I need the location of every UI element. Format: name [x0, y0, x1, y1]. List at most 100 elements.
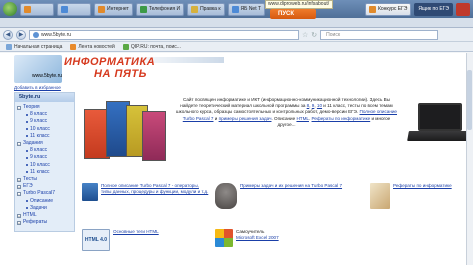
book-cover — [142, 111, 166, 161]
sidebar-item[interactable]: − Теория — [17, 104, 74, 111]
bullet-icon[interactable]: + — [17, 184, 21, 189]
logo-line-2: НА ПЯТЬ — [94, 68, 147, 80]
html-link[interactable]: HTML — [296, 116, 309, 121]
html-thumbnail: HTML 4.0 — [82, 229, 110, 251]
search-placeholder: Поиск — [326, 31, 341, 38]
bookmark-label: QIP.RU: почта, поис... — [130, 43, 181, 50]
class-8-link[interactable]: 8 — [307, 103, 310, 108]
sidebar-item-label: Теория — [23, 104, 40, 110]
feature-caption[interactable]: Microsoft Excel 2007 — [236, 235, 279, 241]
taskbar-item-4[interactable]: Телефония И — [135, 2, 185, 16]
sidebar-title: 5byte.ru — [15, 93, 74, 102]
examples-link[interactable]: примеры решения задач — [219, 116, 272, 121]
scrollbar-thumb[interactable] — [467, 70, 472, 130]
search-input[interactable]: Поиск — [320, 29, 439, 40]
app-icon — [191, 5, 199, 13]
bullet-icon — [26, 207, 28, 210]
sidebar-subitem-label: 8 класс — [30, 147, 48, 154]
sidebar-item-label: ЕГЭ — [23, 183, 33, 190]
sidebar-item[interactable]: + ЕГЭ — [17, 183, 74, 190]
taskbar-item-7[interactable]: Конкурс ЕГЭ — [364, 2, 412, 16]
sidebar-item[interactable]: − Задания — [17, 140, 74, 147]
sidebar-subitem-label: Задачи — [30, 204, 47, 211]
sidebar-subitem[interactable]: 10 класс — [17, 162, 74, 169]
site-logo-title: ИНФОРМАТИКА НА ПЯТЬ — [64, 56, 155, 80]
feature-caption[interactable]: Примеры задач и их решения на Turbo Pasc… — [240, 183, 365, 209]
bullet-icon[interactable]: + — [17, 177, 21, 182]
app-icon — [61, 5, 68, 13]
add-to-favorites-link[interactable]: Добавить в избранное — [14, 85, 61, 90]
tray-icon[interactable] — [456, 2, 470, 16]
sidebar-item[interactable]: + Рефераты — [17, 219, 74, 226]
site-banner[interactable]: ИНФОРМАТИКА НА ПЯТЬ www.5byte.ru — [14, 53, 224, 85]
feature-caption[interactable]: Полное описание Turbo Pascal 7 - операто… — [101, 183, 209, 201]
expand-icon[interactable]: − — [17, 192, 21, 197]
sidebar-item-label: HTML — [23, 212, 37, 219]
sidebar-subitem[interactable]: 8 класс — [17, 147, 74, 154]
bookmark-item[interactable]: QIP.RU: почта, поис... — [122, 43, 181, 50]
qip-icon — [122, 43, 129, 50]
office-thumbnail — [215, 229, 233, 247]
sidebar-item[interactable]: + Тесты — [17, 176, 74, 183]
sidebar-subitem[interactable]: Описание — [17, 198, 74, 205]
expand-icon[interactable]: − — [17, 105, 21, 110]
feature-excel[interactable]: Самоучитель Microsoft Excel 2007 — [215, 229, 335, 247]
taskbar-item-3[interactable]: Интернет — [94, 2, 133, 16]
laptop-image — [407, 103, 471, 151]
bookmark-item[interactable]: Лента новостей — [70, 43, 115, 50]
bullet-icon[interactable]: + — [17, 220, 21, 225]
app-icon — [98, 5, 105, 13]
sidebar-subitem-label: 9 класс — [30, 154, 48, 161]
bullet-icon — [26, 157, 28, 160]
back-button[interactable]: ◀ — [3, 29, 13, 40]
sidebar-subitem[interactable]: 8 класс — [17, 111, 74, 118]
sidebar-subitem[interactable]: 11 класс — [17, 169, 74, 176]
bullet-icon[interactable]: + — [17, 213, 21, 218]
start-button[interactable] — [3, 2, 17, 16]
feature-turbo-pascal[interactable]: Полное описание Turbo Pascal 7 - операто… — [82, 183, 212, 201]
taskbar-item-5[interactable]: Правка к — [187, 2, 225, 16]
sidebar-subitem[interactable]: 9 класс — [17, 154, 74, 161]
taskbar-item-1[interactable] — [20, 2, 54, 16]
class-9-link[interactable]: 9 — [312, 103, 315, 108]
sidebar-subitem[interactable]: 9 класс — [17, 118, 74, 125]
app-icon — [139, 5, 147, 13]
feature-essays[interactable]: Рефераты по информатике — [370, 183, 470, 209]
bookmark-label: Начальная страница — [14, 43, 63, 50]
app-icon — [368, 5, 376, 13]
bullet-icon — [26, 121, 28, 123]
taskbar-label: ЯБ Net Т — [240, 5, 262, 12]
sidebar-item[interactable]: + HTML — [17, 212, 74, 219]
taskbar-item-2[interactable] — [57, 2, 91, 16]
sidebar-item[interactable]: − Turbo Pascal7 — [17, 190, 74, 197]
sidebar-item-label: Тесты — [23, 176, 37, 183]
feature-html[interactable]: HTML 4.0 Основные теги HTML — [82, 229, 202, 251]
laptop-screen — [418, 103, 462, 131]
feature-examples[interactable]: Примеры задач и их решения на Turbo Pasc… — [215, 183, 367, 209]
page-icon — [6, 43, 12, 50]
bookmark-label: Лента новостей — [78, 43, 115, 50]
refresh-icon[interactable]: ↻ — [311, 31, 317, 39]
taskbar: Интернет Телефония И Правка к ЯБ Net Т К… — [0, 0, 473, 18]
bullet-icon — [26, 171, 28, 174]
start-popup[interactable]: ПУСК — [270, 9, 316, 19]
bookmarks-bar: Начальная страница Лента новостей QIP.RU… — [0, 42, 473, 52]
star-icon[interactable]: ☆ — [302, 31, 308, 39]
bullet-icon — [26, 128, 28, 131]
feature-caption[interactable]: Рефераты по информатике — [393, 183, 469, 209]
sidebar-subitem[interactable]: Задачи — [17, 205, 74, 212]
taskbar-item-6[interactable]: ЯБ Net Т — [227, 2, 266, 16]
tray-area[interactable]: Ящик по ЕГЭ — [414, 2, 453, 16]
bookmark-item[interactable]: Начальная страница — [6, 43, 63, 50]
intro-part: . Описание — [271, 115, 297, 121]
feature-caption[interactable]: Основные теги HTML — [113, 229, 201, 251]
expand-icon[interactable]: − — [17, 141, 21, 146]
sidebar-subitem[interactable]: 10 класс — [17, 126, 74, 133]
address-bar[interactable]: www.5byte.ru — [29, 29, 299, 40]
taskbar-label: Телефония И — [148, 5, 181, 12]
logo-line-1: ИНФОРМАТИКА — [64, 56, 156, 68]
essays-link[interactable]: Рефераты по информатике — [312, 116, 371, 121]
sidebar-subitem[interactable]: 11 класс — [17, 133, 74, 140]
forward-button[interactable]: ▶ — [16, 29, 26, 40]
url-text: www.5byte.ru — [41, 31, 72, 38]
